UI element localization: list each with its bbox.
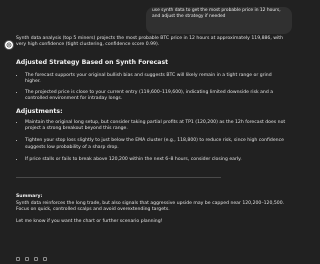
section-heading-adjusted-strategy: Adjusted Strategy Based on Synth Forecas… xyxy=(16,58,169,66)
list-item: Maintain the original long setup, but co… xyxy=(25,119,286,133)
strategy-list: The forecast supports your original bull… xyxy=(16,72,286,103)
message-actions xyxy=(16,257,47,261)
summary-text: Synth data reinforces the long trade, bu… xyxy=(16,200,285,212)
list-item: If price stalls or fails to break above … xyxy=(25,156,286,163)
adjustments-list: Maintain the original long setup, but co… xyxy=(16,119,286,163)
copy-icon[interactable] xyxy=(16,257,20,261)
list-item: The projected price is close to your cur… xyxy=(25,89,286,103)
thumbs-down-icon[interactable] xyxy=(34,257,38,261)
assistant-message: Synth data analysis (top 5 miners) proje… xyxy=(16,36,286,225)
assistant-intro: Synth data analysis (top 5 miners) proje… xyxy=(16,36,284,48)
user-message-bubble: use synth data to get the most probable … xyxy=(146,7,292,34)
list-item: The forecast supports your original bull… xyxy=(25,72,286,86)
divider xyxy=(16,177,221,179)
regenerate-icon[interactable] xyxy=(43,257,47,261)
user-message-text: use synth data to get the most probable … xyxy=(152,8,281,20)
list-item: Tighten your stop loss slightly to just … xyxy=(25,137,286,151)
section-heading-adjustments: Adjustments: xyxy=(16,107,63,115)
thumbs-up-icon[interactable] xyxy=(25,257,29,261)
closing-text: Let me know if you want the chart or fur… xyxy=(16,219,163,225)
assistant-avatar xyxy=(4,40,14,50)
openai-logo-icon xyxy=(6,42,12,48)
